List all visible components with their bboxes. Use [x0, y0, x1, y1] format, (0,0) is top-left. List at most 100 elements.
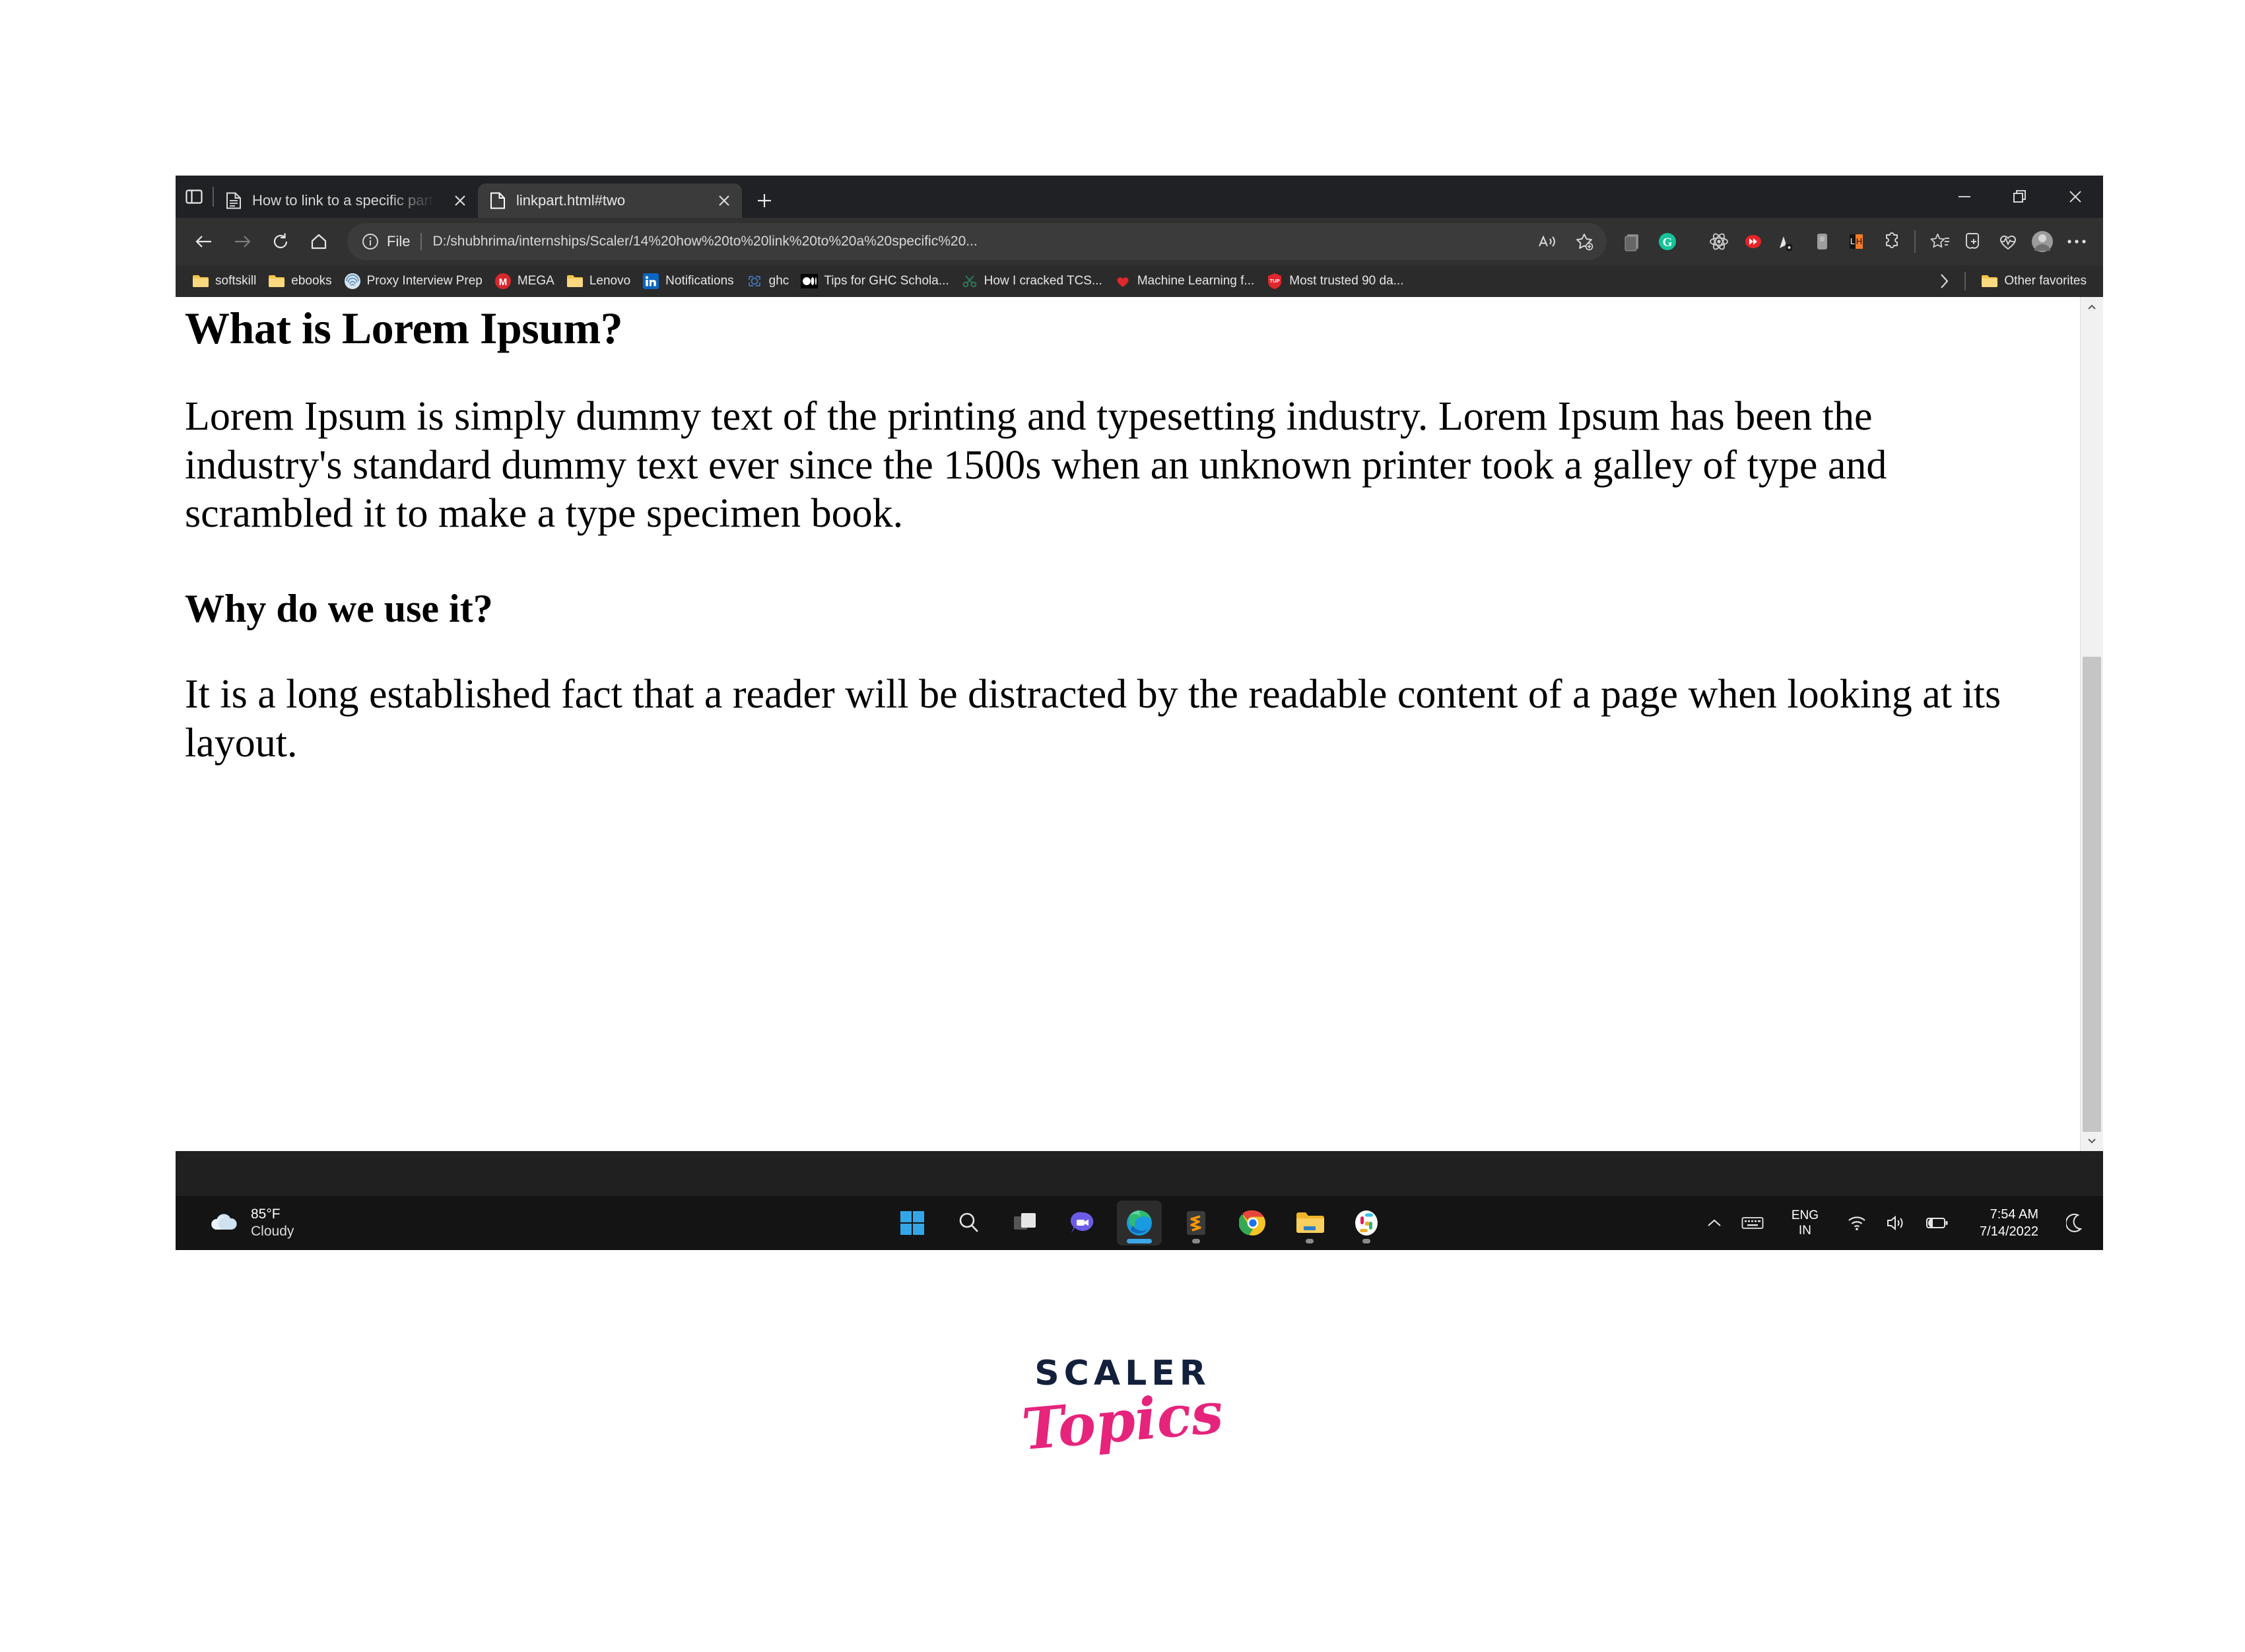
- bookmark-label: How I cracked TCS...: [984, 274, 1102, 288]
- tab-actions-button[interactable]: [176, 176, 213, 218]
- refresh-button[interactable]: [261, 222, 300, 261]
- weather-temperature: 85°F: [251, 1206, 281, 1222]
- bookmark-label: Machine Learning f...: [1137, 274, 1255, 288]
- forward-button[interactable]: [223, 222, 261, 261]
- other-favorites-label: Other favorites: [2004, 274, 2087, 288]
- extension-react-devtools-icon[interactable]: [1702, 224, 1736, 259]
- collections-icon: [1930, 233, 1949, 248]
- close-icon: [2069, 191, 2081, 203]
- weather-condition: Cloudy: [251, 1224, 294, 1239]
- chevron-down-icon: [2088, 1139, 2096, 1144]
- maximize-restore-button[interactable]: [1992, 176, 2048, 218]
- bookmark-proxy-interview-prep[interactable]: Proxy Interview Prep: [338, 268, 488, 294]
- minimize-button[interactable]: [1937, 176, 1992, 218]
- slack-taskbar-button[interactable]: [1344, 1201, 1389, 1245]
- network-button[interactable]: [1838, 1201, 1875, 1245]
- page-scrollbar[interactable]: [2080, 297, 2103, 1151]
- fast-forward-icon: [1745, 235, 1761, 248]
- home-button[interactable]: [300, 222, 338, 261]
- logo-topics-wordmark: Topics: [1019, 1379, 1226, 1464]
- address-bar[interactable]: File D:/shubhrima/internships/Scaler/14%…: [347, 223, 1607, 260]
- battery-button[interactable]: [1918, 1201, 1957, 1245]
- bookmark-lenovo[interactable]: Lenovo: [560, 268, 636, 294]
- favorites-overflow-button[interactable]: [1933, 268, 1955, 294]
- windows-taskbar: 85°F Cloudy ENG IN 7:54 AM 7/14/2022: [176, 1196, 2103, 1250]
- chevron-up-icon: [1708, 1219, 1721, 1226]
- taskbar-weather-widget[interactable]: 85°F Cloudy: [181, 1201, 310, 1245]
- refresh-icon: [273, 233, 288, 249]
- url-text[interactable]: D:/shubhrima/internships/Scaler/14%20how…: [432, 234, 1531, 249]
- start-button[interactable]: [890, 1201, 935, 1245]
- reader-icon: [1817, 234, 1827, 249]
- touch-keyboard-button[interactable]: [1733, 1201, 1772, 1245]
- add-favorite-button[interactable]: [1568, 226, 1600, 257]
- bookmark-most-trusted-90-days[interactable]: TUP Most trusted 90 da...: [1260, 268, 1409, 294]
- bookmark-tips-ghc-scholarship[interactable]: Tips for GHC Schola...: [795, 268, 955, 294]
- tab-strip: How to link to a specific part of a link…: [176, 176, 2103, 218]
- layers-icon: [1625, 234, 1638, 251]
- read-aloud-icon: [1539, 235, 1555, 247]
- bookmark-how-i-cracked-tcs[interactable]: How I cracked TCS...: [955, 268, 1108, 294]
- close-window-button[interactable]: [2048, 176, 2103, 218]
- edge-taskbar-button[interactable]: [1117, 1201, 1162, 1245]
- extension-reader-icon[interactable]: [1805, 224, 1839, 259]
- scrollbar-thumb[interactable]: [2083, 657, 2101, 1132]
- tab-close-button[interactable]: [713, 189, 735, 212]
- tab-close-button[interactable]: [449, 189, 471, 212]
- page-paragraph-1: Lorem Ipsum is simply dummy text of the …: [185, 393, 1887, 537]
- extension-grammarly-icon[interactable]: G: [1650, 224, 1685, 259]
- profile-button[interactable]: [2025, 224, 2060, 259]
- settings-and-more-button[interactable]: [2060, 224, 2094, 259]
- site-info-icon[interactable]: [362, 233, 379, 250]
- extension-video-downloader-icon[interactable]: [1736, 224, 1770, 259]
- other-favorites-button[interactable]: Other favorites: [1975, 268, 2093, 294]
- language-secondary: IN: [1798, 1224, 1811, 1238]
- notification-center-button[interactable]: [2058, 1201, 2093, 1245]
- bookmark-ghc[interactable]: ghc: [740, 268, 795, 294]
- performance-button[interactable]: [1991, 224, 2025, 259]
- language-indicator[interactable]: ENG IN: [1774, 1201, 1836, 1245]
- tab-linkpart-html[interactable]: linkpart.html#two: [478, 183, 742, 218]
- tab-title: linkpart.html#two: [516, 192, 626, 209]
- heart-icon: [1114, 273, 1131, 290]
- chrome-taskbar-button[interactable]: [1230, 1201, 1275, 1245]
- search-button[interactable]: [947, 1201, 991, 1245]
- pen-icon: [1780, 236, 1793, 252]
- extensions-puzzle-button[interactable]: [1873, 224, 1908, 259]
- bookmark-ebooks[interactable]: ebooks: [262, 268, 337, 294]
- clock-button[interactable]: 7:54 AM 7/14/2022: [1960, 1201, 2056, 1245]
- react-icon: [1710, 233, 1728, 250]
- chat-button[interactable]: [1060, 1201, 1105, 1245]
- tab-how-to-link[interactable]: How to link to a specific part of a: [214, 183, 478, 218]
- moon-icon: [2066, 1213, 2083, 1232]
- task-view-button[interactable]: [1003, 1201, 1048, 1245]
- bookmark-notifications[interactable]: Notifications: [636, 268, 740, 294]
- extension-screenshot-icon[interactable]: [1616, 224, 1650, 259]
- bookmark-mega[interactable]: M MEGA: [488, 268, 560, 294]
- file-explorer-taskbar-button[interactable]: [1287, 1201, 1332, 1245]
- page-heading-what-is-lorem-ipsum: What is Lorem Ipsum?: [185, 303, 623, 353]
- sublime-text-taskbar-button[interactable]: [1174, 1201, 1219, 1245]
- scroll-up-button[interactable]: [2081, 297, 2103, 317]
- page-paragraph-2: It is a long established fact that a rea…: [185, 671, 2001, 766]
- star-plus-icon: [1576, 234, 1593, 251]
- running-indicator: [1362, 1239, 1370, 1243]
- extension-marker-icon[interactable]: [1770, 224, 1805, 259]
- tray-overflow-button[interactable]: [1698, 1201, 1731, 1245]
- close-icon: [455, 195, 465, 206]
- extension-lighthouse-icon[interactable]: L H: [1839, 224, 1873, 259]
- bookmark-machine-learning[interactable]: Machine Learning f...: [1108, 268, 1260, 294]
- browser-essentials-button[interactable]: [1957, 224, 1991, 259]
- keyboard-icon: [1741, 1217, 1764, 1229]
- scroll-down-button[interactable]: [2081, 1131, 2103, 1151]
- bookmark-softskill[interactable]: softskill: [186, 268, 262, 294]
- read-aloud-button[interactable]: [1531, 226, 1563, 257]
- bookmark-label: softskill: [215, 274, 257, 288]
- taskbar-app-row: [890, 1201, 1389, 1245]
- volume-button[interactable]: [1878, 1201, 1915, 1245]
- back-button[interactable]: [185, 222, 223, 261]
- collections-button[interactable]: [1922, 224, 1957, 259]
- new-tab-button[interactable]: [746, 183, 783, 218]
- omnibox-actions: [1531, 226, 1600, 257]
- task-view-icon: [1014, 1213, 1036, 1230]
